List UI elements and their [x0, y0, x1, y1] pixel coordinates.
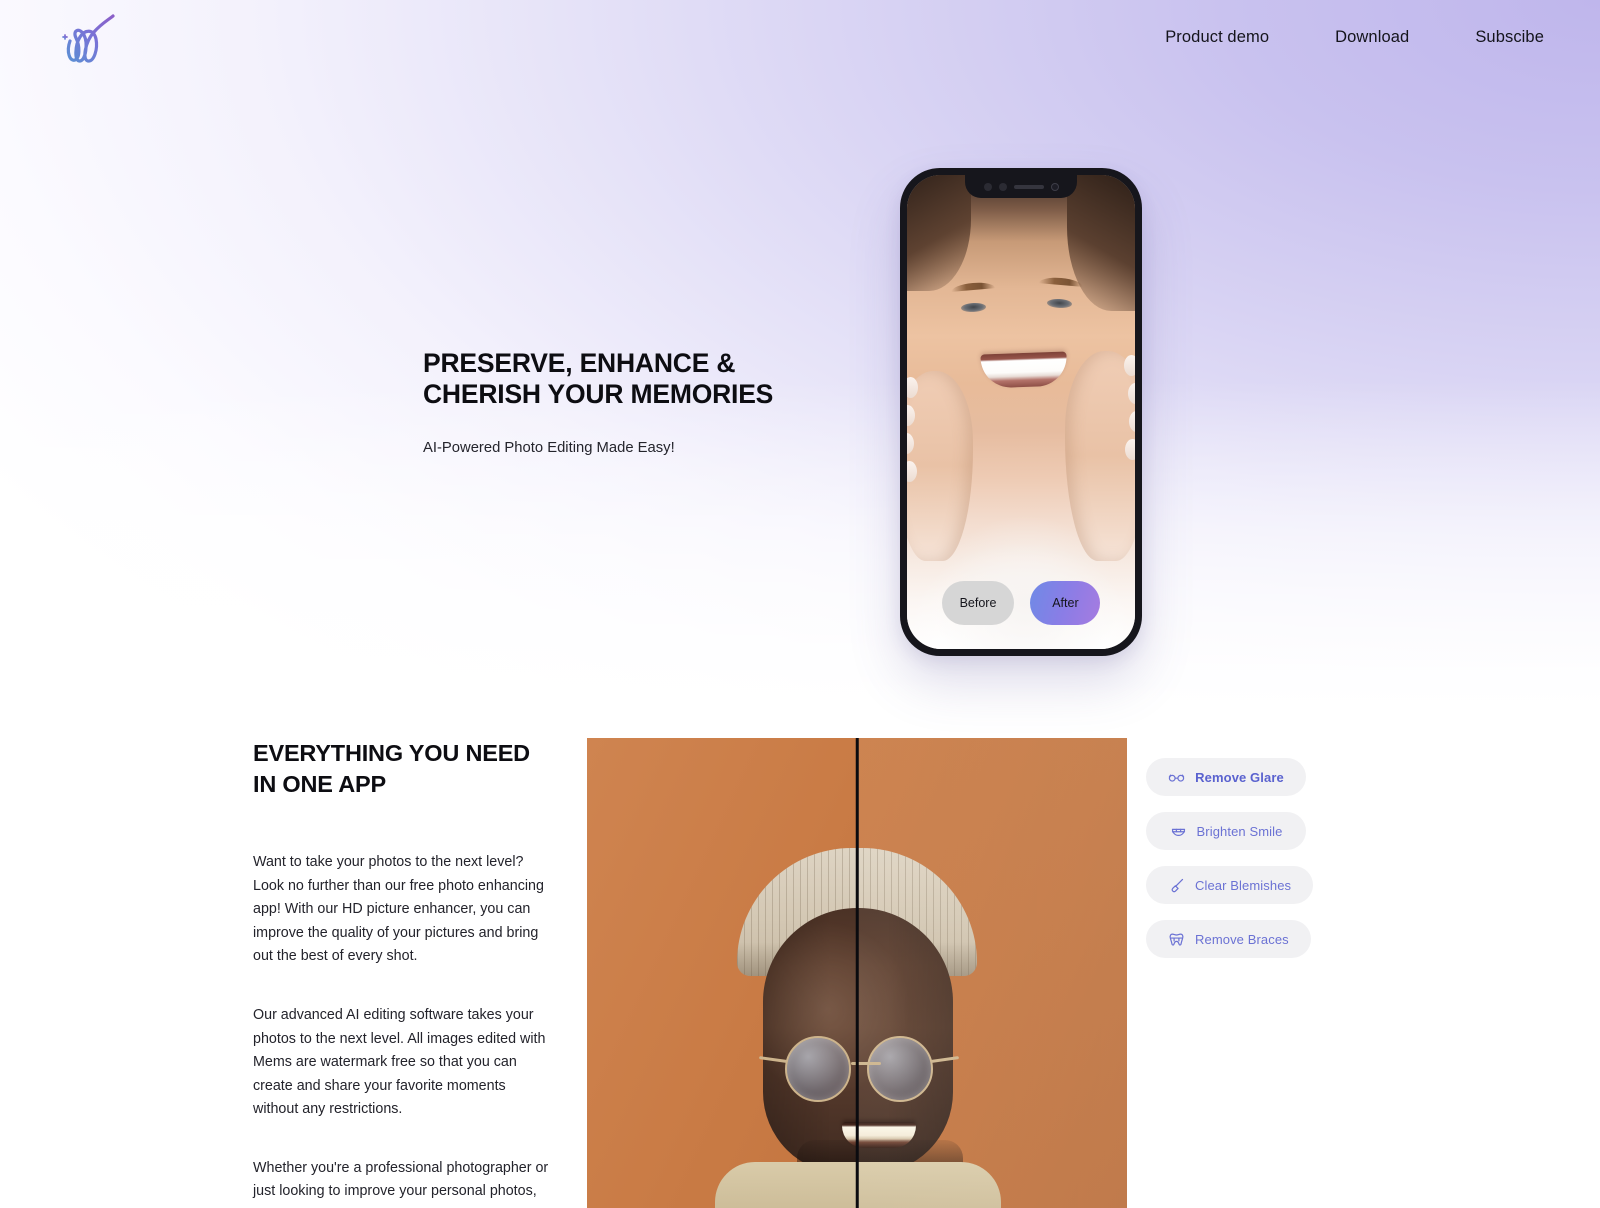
portrait-nail	[1124, 355, 1135, 376]
hero-headline: PRESERVE, ENHANCE & CHERISH YOUR MEMORIE…	[423, 348, 774, 410]
tooth-icon	[1169, 933, 1184, 946]
portrait-eye-left	[960, 302, 987, 313]
features-section: EVERYTHING YOU NEED IN ONE APP Want to t…	[0, 700, 1600, 1208]
phone-mockup: Before After	[900, 168, 1142, 656]
phone-screen: Before After	[907, 175, 1135, 649]
feature-button-remove-braces[interactable]: Remove Braces	[1146, 920, 1311, 958]
feature-button-brighten-smile[interactable]: Brighten Smile	[1146, 812, 1306, 850]
site-header: Product demo Download Subscibe	[0, 0, 1600, 92]
portrait-smile	[980, 351, 1068, 389]
notch-speaker-icon	[1013, 184, 1044, 189]
portrait-nail	[907, 433, 914, 454]
feature-button-remove-glare[interactable]: Remove Glare	[1146, 758, 1306, 796]
feature-button-clear-blemishes[interactable]: Clear Blemishes	[1146, 866, 1314, 904]
after-button[interactable]: After	[1030, 581, 1101, 625]
portrait-nail	[1125, 439, 1135, 460]
features-paragraph-1: Want to take your photos to the next lev…	[253, 854, 544, 965]
portrait-nail	[907, 461, 917, 482]
portrait-nail	[907, 377, 918, 398]
before-after-split-image	[587, 738, 1127, 1208]
glasses-lens-right	[867, 1036, 933, 1102]
portrait-hair-left	[907, 175, 971, 291]
before-button[interactable]: Before	[941, 581, 1015, 625]
feature-button-list: Remove Glare Brighten Smile Clear Blemis…	[1146, 758, 1366, 974]
portrait-hand-left	[907, 371, 973, 561]
notch-sensor-icon	[983, 182, 992, 191]
phone-notch	[965, 175, 1077, 198]
split-divider-line	[855, 738, 859, 1208]
portrait-eye-right	[1046, 298, 1073, 309]
squiggle-logo-icon	[62, 14, 115, 63]
nav-link-product-demo[interactable]: Product demo	[1165, 28, 1269, 47]
before-after-toggle: Before After	[907, 581, 1135, 625]
feature-button-label: Remove Braces	[1195, 931, 1289, 947]
notch-camera-icon	[1050, 182, 1059, 191]
smile-icon	[1171, 828, 1185, 836]
feature-button-label: Brighten Smile	[1196, 823, 1283, 839]
brand-logo[interactable]	[56, 8, 128, 74]
phone-frame: Before After	[900, 168, 1142, 656]
portrait-nail	[907, 405, 915, 426]
glasses-icon	[1168, 773, 1185, 782]
features-paragraph-3: Whether you're a professional photograph…	[253, 1159, 549, 1200]
portrait-hair-right	[1067, 175, 1135, 311]
notch-sensor-icon	[998, 182, 1007, 191]
brush-icon	[1171, 878, 1184, 892]
portrait-eyebrow-left	[950, 281, 996, 292]
features-copy-block: EVERYTHING YOU NEED IN ONE APP Want to t…	[253, 738, 553, 1204]
nav-link-download[interactable]: Download	[1335, 28, 1409, 47]
portrait-nail	[1129, 411, 1135, 432]
hero-copy-block: PRESERVE, ENHANCE & CHERISH YOUR MEMORIE…	[423, 348, 843, 459]
feature-button-label: Clear Blemishes	[1195, 877, 1292, 893]
main-navigation: Product demo Download Subscibe	[1165, 28, 1544, 47]
features-paragraph-2: Our advanced AI editing software takes y…	[253, 1006, 546, 1118]
portrait-hand-right	[1065, 351, 1135, 561]
nav-link-subscribe[interactable]: Subscibe	[1475, 28, 1544, 47]
hero-portrait-photo	[907, 175, 1135, 649]
portrait-nail	[1128, 383, 1135, 404]
feature-button-label: Remove Glare	[1195, 769, 1284, 785]
features-headline: EVERYTHING YOU NEED IN ONE APP	[253, 740, 530, 797]
hero-subheadline: AI-Powered Photo Editing Made Easy!	[423, 439, 675, 456]
glasses-lens-left	[785, 1036, 851, 1102]
